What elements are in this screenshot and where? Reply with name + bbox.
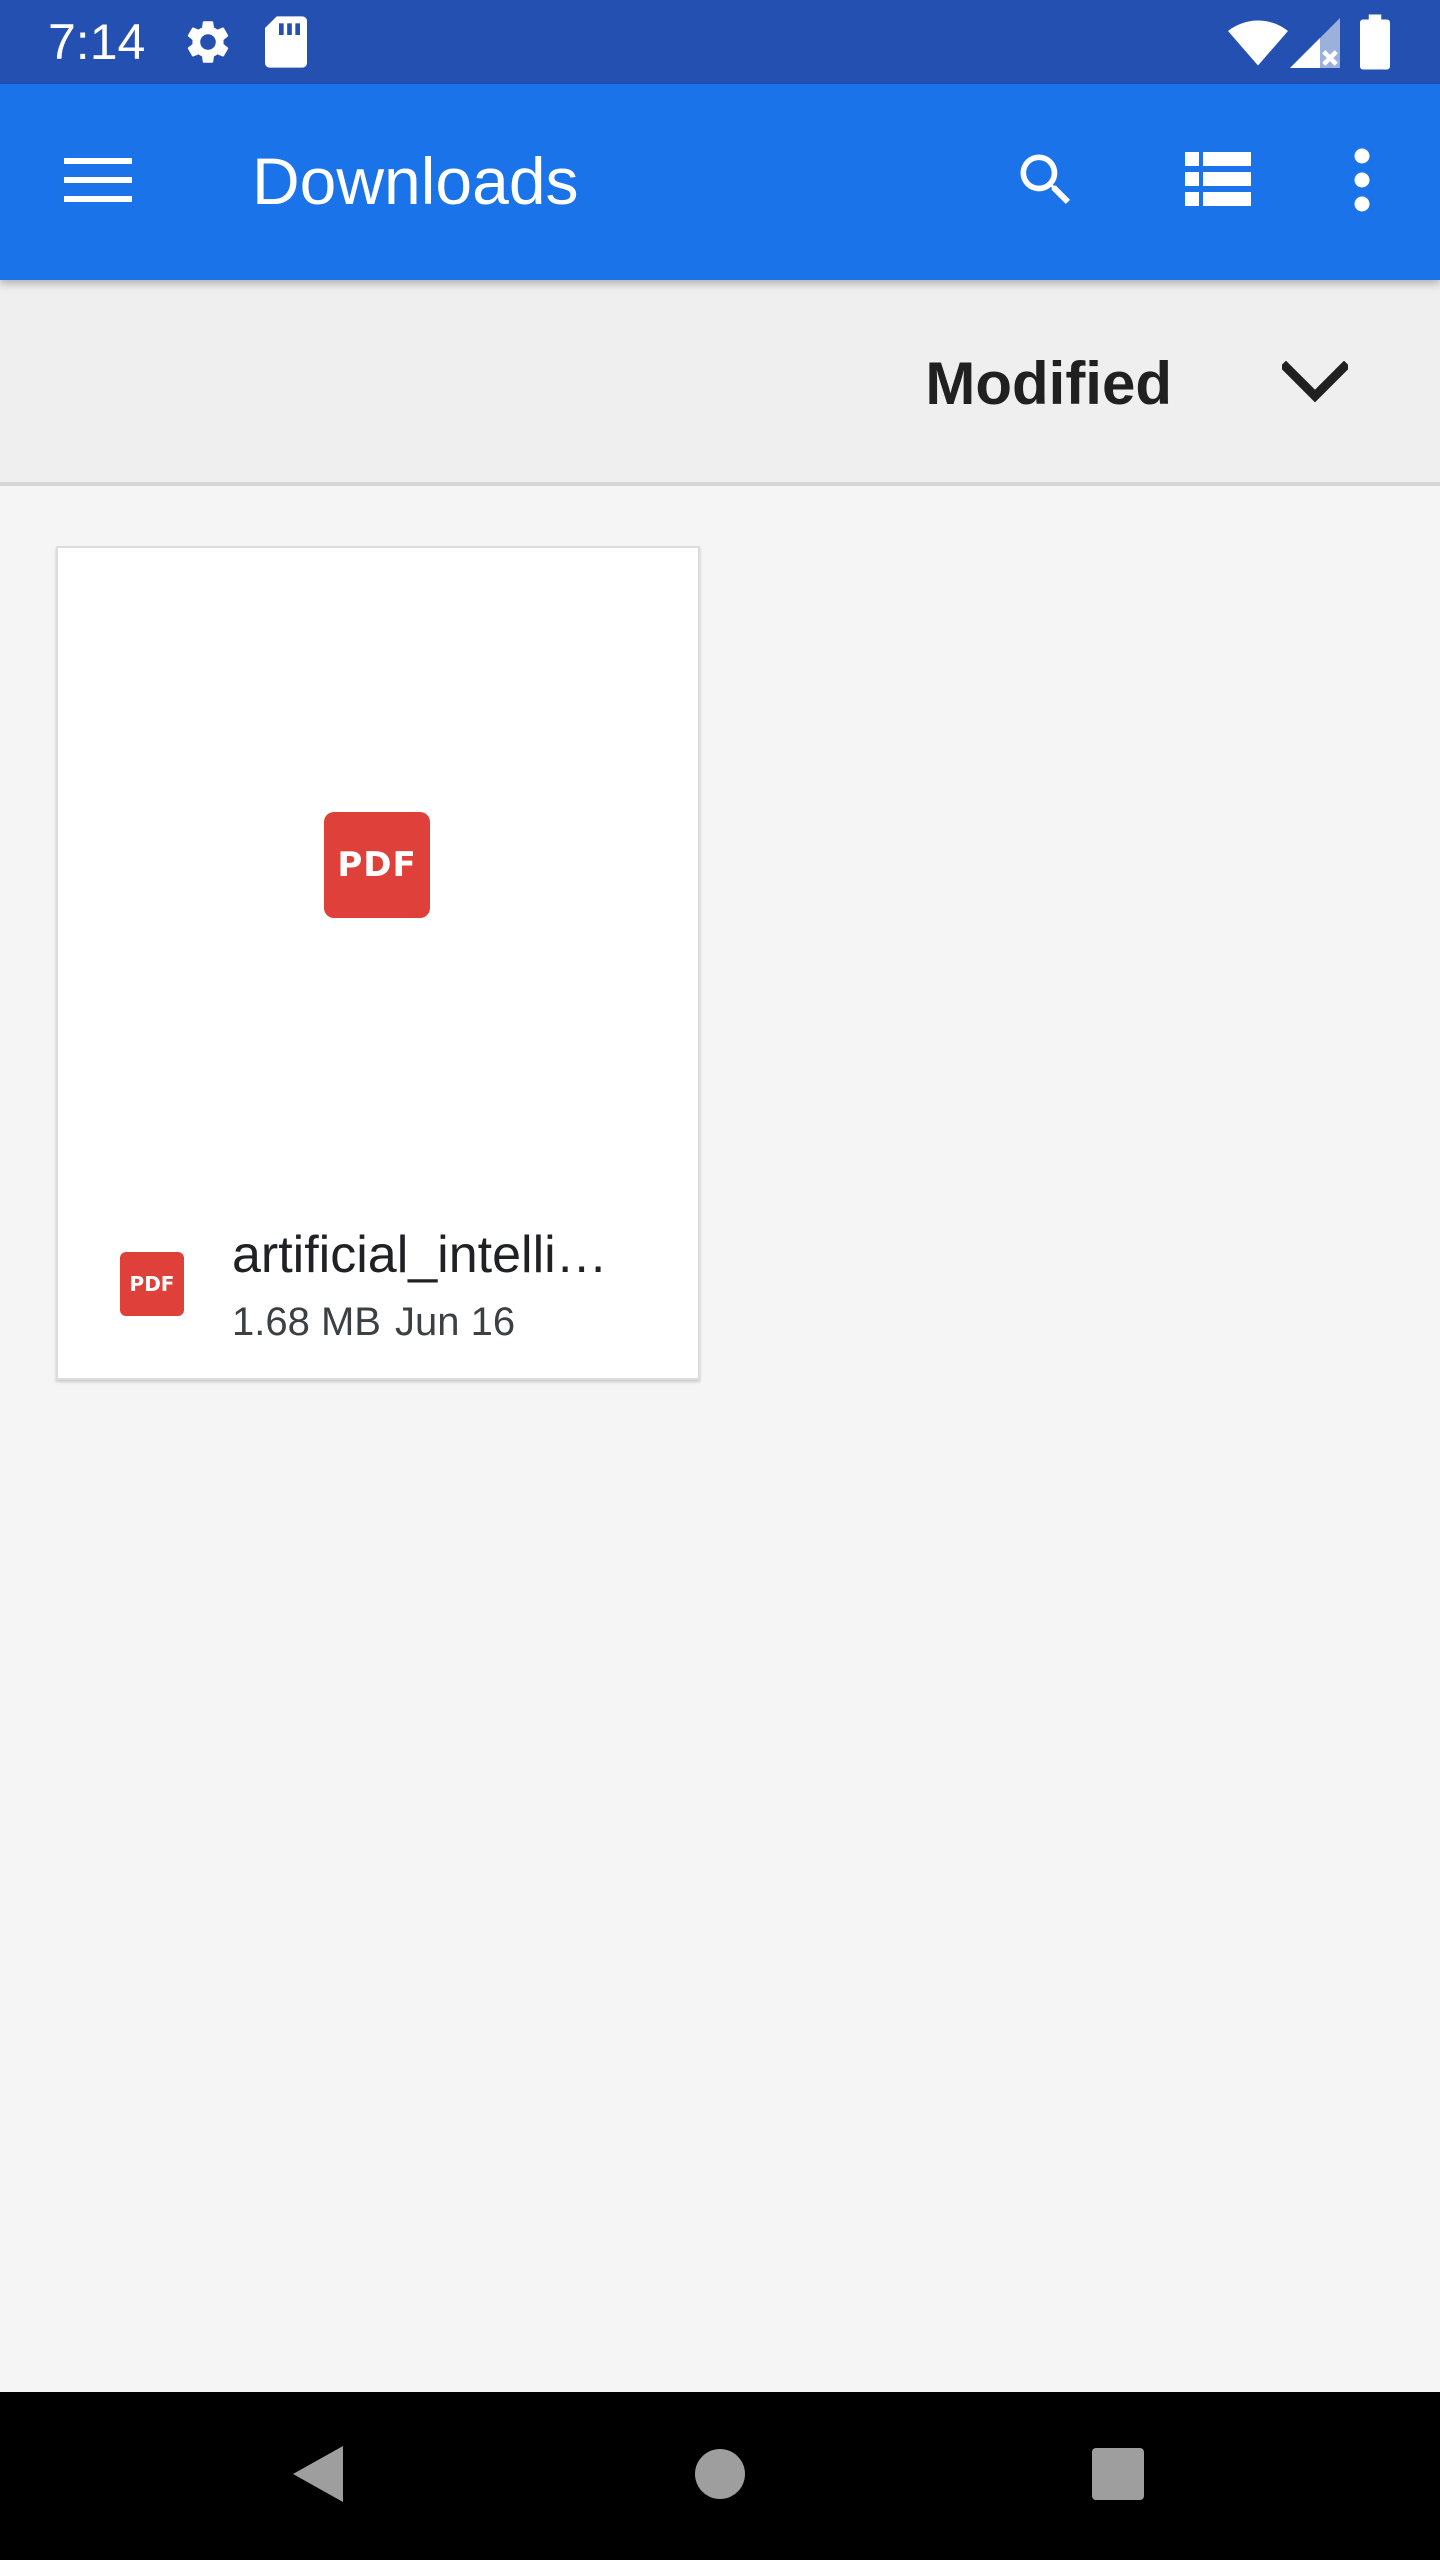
app-bar: Downloads bbox=[0, 84, 1440, 280]
menu-icon bbox=[64, 156, 132, 208]
sort-order-toggle[interactable] bbox=[1250, 324, 1380, 444]
file-grid: PDF PDF artificial_intelli… 1.68 MB Jun 1… bbox=[0, 486, 1440, 2392]
sort-bar: Modified bbox=[0, 280, 1440, 486]
menu-button[interactable] bbox=[38, 122, 158, 242]
back-icon bbox=[289, 2442, 347, 2510]
status-bar: 7:14 bbox=[0, 0, 1440, 84]
file-card[interactable]: PDF PDF artificial_intelli… 1.68 MB Jun 1… bbox=[56, 546, 700, 1380]
wifi-icon bbox=[1228, 20, 1288, 70]
pdf-icon: PDF bbox=[324, 812, 430, 918]
chevron-down-icon bbox=[1279, 360, 1351, 407]
search-icon bbox=[1012, 146, 1080, 218]
pdf-badge-label-small: PDF bbox=[129, 1272, 175, 1296]
list-view-icon bbox=[1185, 152, 1251, 212]
sd-card-icon bbox=[262, 14, 310, 74]
settings-icon bbox=[182, 16, 234, 72]
file-thumbnail: PDF bbox=[58, 548, 698, 1168]
screen: 7:14 Downloads Modified PDF PDF artifici… bbox=[0, 0, 1440, 2560]
file-meta: 1.68 MB Jun 16 bbox=[232, 1294, 515, 1350]
file-size: 1.68 MB bbox=[232, 1300, 381, 1344]
file-date: Jun 16 bbox=[394, 1300, 516, 1344]
sort-label[interactable]: Modified bbox=[925, 344, 1172, 424]
home-button[interactable] bbox=[660, 2416, 780, 2536]
pdf-file-type-icon: PDF bbox=[120, 1252, 184, 1316]
file-name: artificial_intelli… bbox=[232, 1226, 608, 1284]
cell-signal-no-data-icon bbox=[1290, 18, 1340, 72]
back-button[interactable] bbox=[258, 2416, 378, 2536]
pdf-badge-label: PDF bbox=[337, 845, 417, 885]
more-options-button[interactable] bbox=[1302, 122, 1422, 242]
status-time: 7:14 bbox=[48, 14, 146, 70]
search-button[interactable] bbox=[986, 122, 1106, 242]
battery-icon bbox=[1360, 14, 1390, 74]
list-view-button[interactable] bbox=[1158, 122, 1278, 242]
recents-button[interactable] bbox=[1058, 2416, 1178, 2536]
navigation-bar bbox=[0, 2392, 1440, 2560]
recents-icon bbox=[1090, 2446, 1146, 2506]
home-icon bbox=[693, 2447, 747, 2505]
more-vert-icon bbox=[1352, 148, 1372, 216]
page-title: Downloads bbox=[252, 144, 579, 218]
